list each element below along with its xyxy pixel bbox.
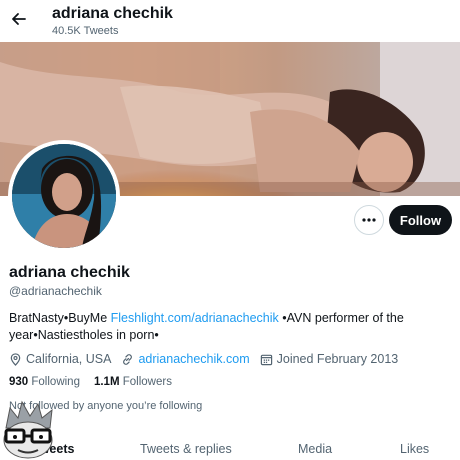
top-bar: adriana chechik 40.5K Tweets [0, 0, 460, 42]
website: adrianachechik.com [121, 352, 250, 366]
watermark-mascot [0, 400, 58, 460]
page-title: adriana chechik [52, 5, 173, 22]
bio: BratNasty•BuyMe Fleshlight.com/adrianach… [9, 310, 449, 344]
calendar-icon [260, 354, 272, 365]
following-label: Following [31, 376, 80, 388]
location: California, USA [9, 352, 111, 366]
bio-text-start: BratNasty•BuyMe [9, 311, 111, 325]
joined: Joined February 2013 [260, 352, 399, 366]
back-button[interactable] [6, 6, 32, 32]
location-text: California, USA [26, 352, 112, 366]
more-dots-icon [362, 218, 376, 222]
arrow-left-icon [12, 13, 26, 25]
following-link[interactable]: 930 Following [9, 376, 80, 388]
tab-tweets-replies[interactable]: Tweets & replies [140, 442, 232, 456]
handle: @adrianachechik [9, 284, 102, 298]
avatar-image [12, 144, 116, 248]
followers-count: 1.1M [93, 376, 120, 388]
display-name: adriana chechik [9, 264, 130, 281]
website-link[interactable]: adrianachechik.com [138, 352, 249, 366]
mascot-glasses-icon [3, 400, 53, 459]
follow-button[interactable]: Follow [389, 205, 452, 235]
location-pin-icon [10, 352, 21, 366]
link-icon [123, 353, 133, 365]
tab-media[interactable]: Media [298, 442, 332, 456]
followers-label: Followers [122, 376, 172, 388]
bio-link[interactable]: Fleshlight.com/adrianachechik [111, 311, 279, 325]
avatar[interactable] [8, 140, 120, 252]
followers-link[interactable]: 1.1M Followers [94, 376, 172, 388]
tab-likes[interactable]: Likes [400, 442, 429, 456]
profile-tabs: Tweets Tweets & replies Media Likes [0, 432, 460, 460]
more-button[interactable] [354, 205, 384, 235]
follow-stats: 930 Following 1.1M Followers [9, 376, 186, 388]
following-count: 930 [9, 376, 29, 388]
joined-text: Joined February 2013 [276, 352, 399, 366]
tweet-count: 40.5K Tweets [52, 25, 119, 37]
profile-meta: California, USA adrianachechik.com Joine… [9, 350, 408, 368]
